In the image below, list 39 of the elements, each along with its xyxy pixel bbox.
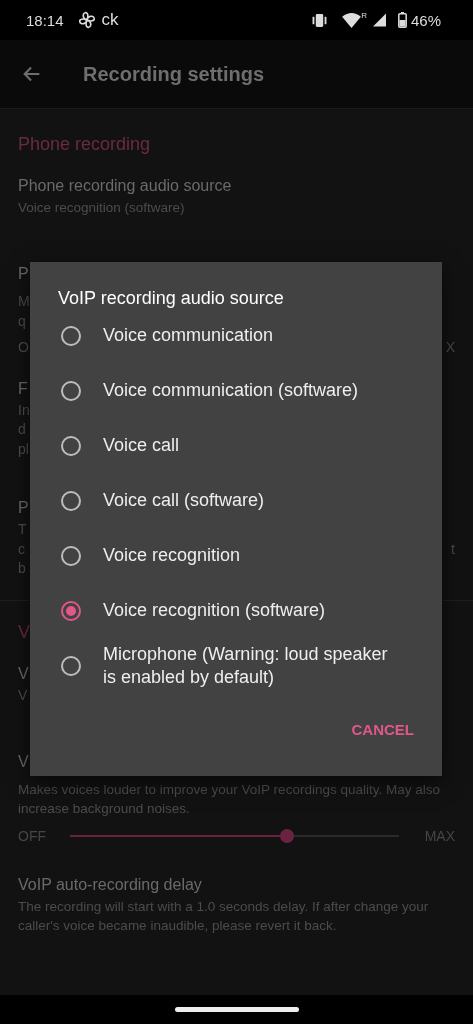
section-header: Phone recording <box>18 133 151 155</box>
setting-title[interactable]: V <box>18 662 29 685</box>
radio-option[interactable]: Voice communication (software) <box>30 363 442 418</box>
notification-text: ck <box>101 10 119 30</box>
radio-option[interactable]: Voice recognition <box>30 528 442 583</box>
radio-button[interactable] <box>61 435 81 456</box>
setting-title[interactable]: P <box>18 497 29 519</box>
home-handle[interactable] <box>174 1007 299 1012</box>
setting-summary: The recording will start with a 1.0 seconds delay. If after change your caller's voice became inaudible, please revert it back. <box>18 898 430 935</box>
signal-icon <box>372 13 386 27</box>
screen-title: Recording settings <box>83 62 265 86</box>
slider-thumb[interactable] <box>279 829 294 843</box>
radio-button[interactable] <box>61 490 81 511</box>
fan-icon <box>77 11 96 29</box>
battery-icon <box>397 12 407 28</box>
setting-title[interactable]: P <box>18 263 29 285</box>
radio-option[interactable]: Voice communication <box>30 308 442 363</box>
setting-title[interactable]: Phone recording audio source <box>18 175 232 197</box>
radio-button[interactable] <box>61 380 81 401</box>
roaming-indicator: R <box>361 11 367 20</box>
radio-button[interactable] <box>61 325 81 346</box>
radio-option[interactable]: Voice recognition (software) <box>30 583 442 638</box>
cancel-button[interactable]: CANCEL <box>343 711 422 747</box>
section-header: V <box>18 620 30 643</box>
radio-button[interactable] <box>61 545 81 566</box>
wifi-icon <box>342 12 362 28</box>
vibrate-icon <box>311 13 329 27</box>
battery-percent: 46% <box>410 11 441 29</box>
radio-option[interactable]: Voice call (software) <box>30 473 442 528</box>
setting-title[interactable]: F <box>18 377 28 400</box>
radio-option[interactable]: Voice call <box>30 418 442 473</box>
radio-option[interactable]: Microphone (Warning: loud speaker is enabled by default) <box>30 638 442 693</box>
dialog-title: VoIP recording audio source <box>57 287 285 310</box>
status-time: 18:14 <box>26 11 64 29</box>
setting-title[interactable]: VoIP auto-recording delay <box>18 874 202 896</box>
radio-button[interactable] <box>61 600 81 621</box>
setting-title[interactable]: V <box>18 751 29 773</box>
setting-summary: Voice recognition (software) <box>18 199 186 217</box>
radio-button[interactable] <box>61 655 81 676</box>
